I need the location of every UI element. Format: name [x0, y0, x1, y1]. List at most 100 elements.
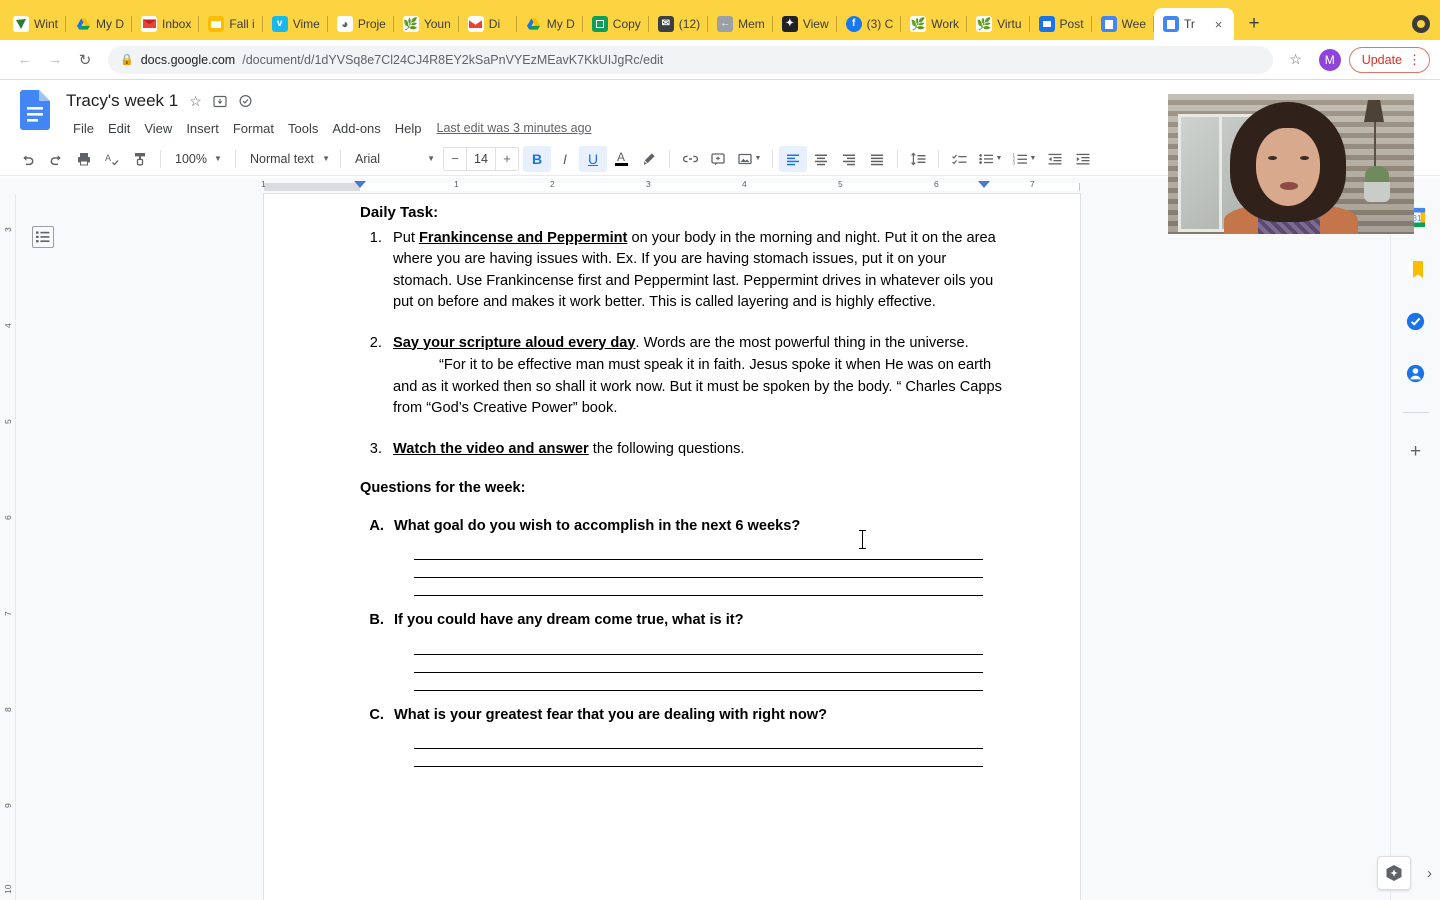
star-icon[interactable]: ☆: [189, 93, 202, 110]
profile-avatar-icon[interactable]: [1412, 15, 1430, 33]
answer-line[interactable]: [414, 731, 983, 749]
google-tasks-icon[interactable]: [1403, 308, 1429, 334]
underline-button[interactable]: U: [579, 145, 607, 172]
font-size-decrease-button[interactable]: −: [444, 148, 466, 170]
align-left-icon[interactable]: [779, 145, 807, 172]
answer-line[interactable]: [414, 637, 983, 655]
browser-tab-0[interactable]: Wint: [4, 8, 66, 40]
answer-line[interactable]: [414, 560, 983, 578]
profile-avatar[interactable]: M: [1318, 48, 1341, 71]
menu-help[interactable]: Help: [388, 118, 429, 139]
forward-button[interactable]: →: [40, 45, 70, 75]
document-content[interactable]: Daily Task: Put Frankincense and Pepperm…: [360, 202, 1008, 781]
redo-icon[interactable]: [42, 146, 70, 172]
document-page[interactable]: Daily Task: Put Frankincense and Pepperm…: [264, 194, 1080, 900]
numbered-list-icon[interactable]: 123 ▼: [1007, 146, 1041, 172]
align-right-icon[interactable]: [835, 146, 863, 172]
browser-tab-active-tracy-week-1[interactable]: Tr ×: [1154, 8, 1235, 40]
browser-tab-14[interactable]: 🌿 Work: [901, 8, 967, 40]
decrease-indent-icon[interactable]: [1041, 146, 1069, 172]
answer-line[interactable]: [414, 542, 983, 560]
text-color-button[interactable]: A: [607, 146, 635, 172]
align-justify-icon[interactable]: [863, 146, 891, 172]
paragraph-style-select[interactable]: Normal text ▼: [242, 146, 334, 172]
explore-button[interactable]: [1377, 856, 1411, 890]
update-button[interactable]: Update ⋮: [1348, 46, 1430, 73]
comment-icon[interactable]: [704, 146, 732, 172]
answer-line[interactable]: [414, 578, 983, 596]
font-size-stepper[interactable]: − 14 +: [443, 146, 519, 171]
browser-tab-7[interactable]: Di: [459, 8, 517, 40]
browser-tab-3[interactable]: Fall i: [199, 8, 263, 40]
answer-lines-a[interactable]: [414, 542, 1008, 596]
google-docs-logo-icon[interactable]: [20, 90, 56, 136]
menu-view[interactable]: View: [137, 118, 179, 139]
undo-icon[interactable]: [14, 146, 42, 172]
bookmark-star-icon[interactable]: ☆: [1281, 45, 1311, 75]
google-keep-icon[interactable]: [1403, 256, 1429, 282]
browser-tab-16[interactable]: Post: [1030, 8, 1092, 40]
browser-tab-5[interactable]: ◕ Proje: [328, 8, 394, 40]
bold-button[interactable]: B: [523, 145, 551, 172]
italic-button[interactable]: I: [551, 146, 579, 172]
google-contacts-icon[interactable]: [1403, 360, 1429, 386]
url-input[interactable]: 🔒 docs.google.com/document/d/1dYVSq8e7Cl…: [108, 45, 1273, 74]
bulleted-list-icon[interactable]: ▼: [973, 146, 1007, 172]
menu-file[interactable]: File: [66, 118, 101, 139]
back-button[interactable]: ←: [10, 45, 40, 75]
browser-tab-17[interactable]: Wee: [1092, 8, 1155, 40]
font-family-select[interactable]: Arial ▼: [347, 146, 439, 172]
browser-tab-13[interactable]: f (3) C: [837, 8, 902, 40]
menu-tools[interactable]: Tools: [281, 118, 325, 139]
print-icon[interactable]: [70, 146, 98, 172]
answer-lines-b[interactable]: [414, 637, 1008, 691]
answer-line[interactable]: [414, 673, 983, 691]
browser-menu-icon[interactable]: ⋮: [1408, 53, 1421, 66]
browser-tab-2[interactable]: Inbox: [132, 8, 200, 40]
browser-tab-8[interactable]: My D: [517, 8, 583, 40]
image-icon[interactable]: ▼: [732, 146, 766, 172]
new-tab-button[interactable]: +: [1240, 10, 1268, 38]
document-outline-icon[interactable]: [32, 226, 54, 248]
webcam-video-overlay[interactable]: [1168, 94, 1414, 234]
align-center-icon[interactable]: [807, 146, 835, 172]
increase-indent-icon[interactable]: [1069, 146, 1097, 172]
checklist-icon[interactable]: [945, 146, 973, 172]
link-icon[interactable]: [676, 146, 704, 172]
question-item-a: What goal do you wish to accomplish in t…: [388, 516, 1008, 596]
browser-tab-10[interactable]: ✉ (12): [649, 8, 709, 40]
right-indent-marker[interactable]: [978, 181, 990, 188]
tab-strip: Wint My D Inbox Fall i v Vime ◕ Proje 🌿 …: [0, 0, 1440, 40]
highlighter-icon[interactable]: [635, 146, 663, 172]
font-size-value[interactable]: 14: [466, 147, 496, 170]
reload-button[interactable]: ↻: [70, 45, 100, 75]
add-addon-button[interactable]: +: [1403, 439, 1429, 465]
paint-format-icon[interactable]: [126, 146, 154, 172]
close-icon[interactable]: ×: [1211, 17, 1226, 32]
menu-insert[interactable]: Insert: [179, 118, 226, 139]
menu-add-ons[interactable]: Add-ons: [325, 118, 387, 139]
line-spacing-icon[interactable]: [904, 146, 932, 172]
browser-tab-12[interactable]: ✦ View: [773, 8, 837, 40]
last-edit-status[interactable]: Last edit was 3 minutes ago: [437, 121, 592, 135]
menu-edit[interactable]: Edit: [101, 118, 137, 139]
move-to-folder-icon[interactable]: [213, 94, 227, 108]
browser-tab-4[interactable]: v Vime: [263, 8, 328, 40]
answer-line[interactable]: [414, 749, 983, 767]
browser-tab-1[interactable]: My D: [66, 8, 132, 40]
cloud-saved-icon[interactable]: [238, 94, 253, 108]
browser-tab-15[interactable]: 🌿 Virtu: [967, 8, 1030, 40]
expand-side-panel-button[interactable]: ›: [1427, 865, 1432, 882]
browser-tab-9[interactable]: Copy: [583, 8, 649, 40]
ruler-number: 1: [261, 179, 266, 189]
font-size-increase-button[interactable]: +: [496, 148, 518, 170]
zoom-level-select[interactable]: 100% ▼: [167, 146, 229, 172]
browser-tab-11[interactable]: ← Mem: [708, 8, 773, 40]
browser-tab-6[interactable]: 🌿 Youn: [394, 8, 459, 40]
answer-line[interactable]: [414, 655, 983, 673]
page-title[interactable]: Tracy's week 1: [66, 91, 178, 111]
answer-lines-c[interactable]: [414, 731, 1008, 767]
spellcheck-icon[interactable]: A: [98, 146, 126, 172]
menu-format[interactable]: Format: [226, 118, 281, 139]
left-indent-marker[interactable]: [354, 181, 366, 188]
